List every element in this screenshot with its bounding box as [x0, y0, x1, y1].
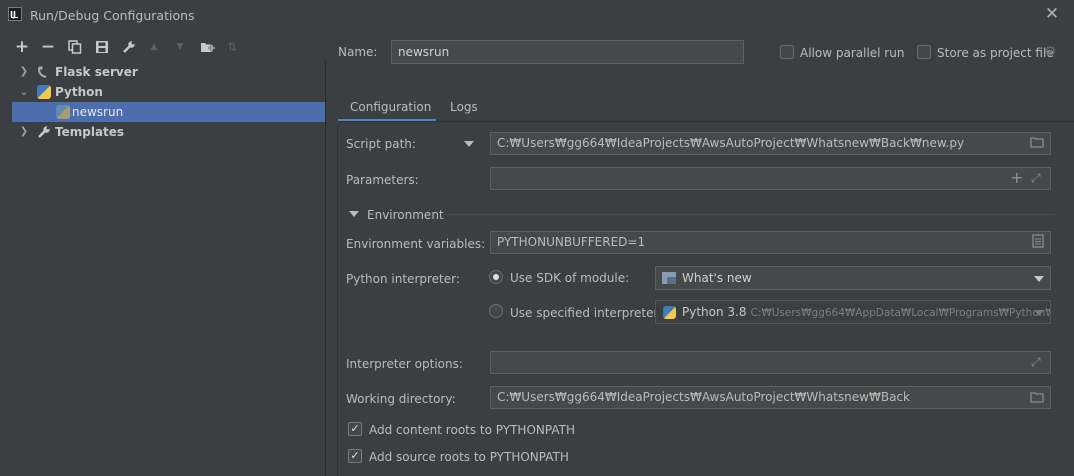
tab-logs[interactable]: Logs — [438, 96, 490, 122]
environment-collapse-icon[interactable] — [349, 211, 359, 217]
env-vars-field[interactable]: PYTHONUNBUFFERED=1 — [490, 231, 1051, 254]
chevron-down-icon — [1034, 276, 1044, 282]
new-folder-icon[interactable] — [197, 37, 217, 57]
interpreter-version: Python 3.8 — [682, 305, 747, 319]
interpreter-options-field[interactable] — [490, 351, 1051, 374]
script-path-field[interactable]: C:₩Users₩gg664₩IdeaProjects₩AwsAutoProje… — [490, 132, 1051, 155]
use-sdk-radio[interactable] — [489, 270, 503, 284]
tree-item-label: Flask server — [55, 65, 138, 79]
interpreter-path: C:₩Users₩gg664₩AppData₩Local₩Programs₩Py… — [750, 307, 1051, 319]
add-icon[interactable]: + — [12, 37, 32, 57]
move-down-icon[interactable]: ▼ — [170, 37, 190, 57]
intellij-icon: IJ — [8, 7, 22, 21]
tree-item-templates[interactable]: ❯ Templates — [12, 122, 325, 142]
name-label: Name: — [338, 45, 378, 59]
tab-configuration[interactable]: Configuration — [338, 96, 436, 122]
allow-parallel-checkbox[interactable] — [780, 45, 794, 59]
title-bar: IJ Run/Debug Configurations ✕ — [0, 0, 1074, 30]
module-folder-icon — [662, 272, 676, 284]
working-dir-value: C:₩Users₩gg664₩IdeaProjects₩AwsAutoProje… — [497, 390, 910, 404]
interpreter-select[interactable]: Python 3.8 C:₩Users₩gg664₩AppData₩Local₩P… — [655, 300, 1051, 324]
tree-item-label: newsrun — [72, 105, 124, 119]
content-roots-label: Add content roots to PYTHONPATH — [369, 423, 575, 437]
working-dir-field[interactable]: C:₩Users₩gg664₩IdeaProjects₩AwsAutoProje… — [490, 386, 1051, 409]
gear-icon[interactable]: ⚙ — [1044, 45, 1058, 59]
name-field[interactable]: newsrun — [391, 40, 744, 64]
module-select[interactable]: What's new — [655, 266, 1051, 290]
add-icon[interactable]: + — [1010, 168, 1023, 187]
environment-divider — [443, 214, 1055, 215]
content-roots-checkbox[interactable]: ✓ — [348, 422, 362, 436]
close-icon[interactable]: ✕ — [1043, 5, 1061, 23]
environment-section-title[interactable]: Environment — [367, 208, 444, 222]
document-icon[interactable] — [1032, 234, 1044, 251]
wrench-icon[interactable] — [119, 37, 139, 57]
module-select-value: What's new — [682, 271, 752, 285]
expand-icon[interactable]: ⤢ — [1031, 171, 1041, 186]
flask-icon — [37, 65, 51, 79]
save-icon[interactable] — [92, 37, 112, 57]
chevron-right-icon[interactable]: ❯ — [18, 122, 30, 142]
tabs-divider — [337, 121, 1074, 122]
interpreter-label: Python interpreter: — [346, 272, 460, 286]
script-path-label: Script path: — [346, 137, 416, 151]
wrench-icon — [37, 125, 51, 139]
tree-item-python[interactable]: ⌄ Python — [12, 82, 325, 102]
tree-item-label: Python — [55, 85, 103, 99]
tree-item-flask-server[interactable]: ❯ Flask server — [12, 62, 325, 82]
python-icon — [56, 105, 70, 119]
config-tree: ❯ Flask server ⌄ Python newsrun ❯ Templa… — [12, 61, 326, 476]
tree-item-newsrun[interactable]: newsrun — [12, 102, 325, 122]
use-specified-radio[interactable] — [489, 304, 503, 318]
tree-toolbar: + − ▲ ▼ ⇅ — [12, 37, 332, 59]
tree-item-label: Templates — [55, 125, 125, 139]
sort-icon[interactable]: ⇅ — [222, 37, 242, 57]
parameters-field[interactable] — [490, 167, 1051, 190]
folder-browse-icon[interactable] — [1030, 391, 1044, 406]
expand-icon[interactable]: ⤢ — [1031, 355, 1041, 370]
python-icon — [663, 306, 676, 319]
source-roots-checkbox[interactable]: ✓ — [348, 449, 362, 463]
folder-browse-icon[interactable] — [1030, 136, 1044, 151]
source-roots-label: Add source roots to PYTHONPATH — [369, 450, 569, 464]
chevron-down-icon — [1034, 310, 1044, 316]
python-icon — [37, 85, 51, 99]
use-sdk-label: Use SDK of module: — [510, 271, 630, 285]
window-title: Run/Debug Configurations — [30, 8, 195, 23]
store-as-project-label: Store as project file — [937, 46, 1054, 60]
chevron-right-icon[interactable]: ❯ — [18, 62, 30, 82]
move-up-icon[interactable]: ▲ — [144, 37, 164, 57]
copy-icon[interactable] — [65, 37, 85, 57]
remove-icon[interactable]: − — [38, 37, 58, 57]
allow-parallel-label: Allow parallel run — [800, 46, 905, 60]
store-as-project-checkbox[interactable] — [917, 45, 931, 59]
parameters-label: Parameters: — [346, 173, 419, 187]
use-specified-label: Use specified interpreter: — [510, 306, 663, 320]
working-dir-label: Working directory: — [346, 392, 456, 406]
chevron-down-icon[interactable]: ⌄ — [18, 82, 30, 102]
script-path-value: C:₩Users₩gg664₩IdeaProjects₩AwsAutoProje… — [497, 136, 965, 150]
env-vars-label: Environment variables: — [346, 237, 486, 251]
interpreter-options-label: Interpreter options: — [346, 357, 463, 371]
script-type-dropdown-icon[interactable] — [464, 141, 474, 147]
